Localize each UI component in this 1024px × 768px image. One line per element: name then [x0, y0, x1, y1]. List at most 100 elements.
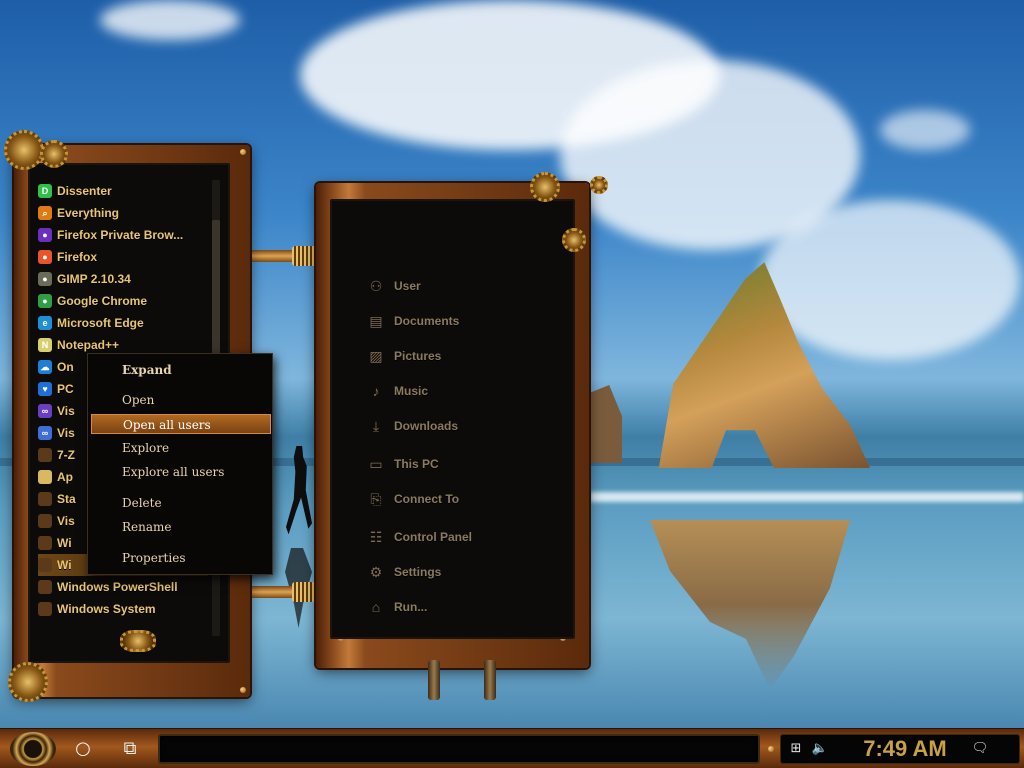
- shell-link-connect-to[interactable]: ⎘ Connect To: [368, 488, 459, 510]
- gear-icon: ⚙: [369, 564, 383, 580]
- context-menu-expand[interactable]: Expand: [91, 360, 271, 380]
- shell-link-pictures[interactable]: ▨ Pictures: [368, 345, 441, 367]
- shell-links-container: ⚇ User ▤ Documents ▨ Pictures ♪ Music ⤓ Downloads…: [330, 199, 575, 639]
- shell-link-label: Downloads: [394, 419, 459, 433]
- network-icon: ⎘: [370, 491, 382, 507]
- user-icon: ⚇: [369, 278, 383, 294]
- start-menu-item-label: 7-Z: [57, 448, 75, 462]
- start-menu-item-label: Wi: [57, 558, 72, 572]
- shell-link-settings[interactable]: ⚙ Settings: [368, 561, 442, 583]
- context-menu-open-all-users[interactable]: Open all users: [91, 414, 271, 434]
- start-menu-item[interactable]: D Dissenter: [38, 180, 208, 202]
- visual-studio-code-icon: ∞: [38, 426, 52, 440]
- shell-link-documents[interactable]: ▤ Documents: [368, 310, 459, 332]
- rivet: [768, 746, 774, 752]
- visual-studio-icon: ∞: [38, 404, 52, 418]
- context-menu: Expand Open Open all users Explore Explo…: [87, 353, 273, 575]
- app-folder-icon: [38, 470, 52, 484]
- start-menu-item-label: Dissenter: [57, 184, 112, 198]
- shell-link-music[interactable]: ♪ Music: [368, 380, 429, 402]
- folder-icon: [38, 602, 52, 616]
- spring-connector: [292, 582, 316, 602]
- gear-icon: [40, 140, 68, 168]
- start-menu-item[interactable]: ● Google Chrome: [38, 290, 208, 312]
- start-menu-item[interactable]: Windows System: [38, 598, 208, 620]
- start-menu-item-label: Everything: [57, 206, 120, 220]
- edge-icon: e: [38, 316, 52, 330]
- shell-link-label: Control Panel: [394, 530, 473, 544]
- start-menu-item-label: Firefox: [57, 250, 98, 264]
- gear-icon: [4, 130, 44, 170]
- music-icon: ♪: [372, 383, 380, 399]
- rock-reflection: [650, 520, 850, 690]
- start-menu-item-label: Windows System: [57, 602, 156, 616]
- folder-icon: [38, 492, 52, 506]
- cloud: [100, 0, 240, 40]
- start-menu-item[interactable]: ● GIMP 2.10.34: [38, 268, 208, 290]
- onedrive-icon: ☁: [38, 360, 52, 374]
- spring-connector: [292, 246, 316, 266]
- context-menu-explore-all-users[interactable]: Explore all users: [91, 462, 271, 482]
- shell-link-downloads[interactable]: ⤓ Downloads: [368, 415, 458, 437]
- start-menu-item[interactable]: ● Firefox Private Brow...: [38, 224, 208, 246]
- gear-icon: [530, 172, 560, 202]
- firefox-private-icon: ●: [38, 228, 52, 242]
- context-menu-open[interactable]: Open: [91, 390, 271, 410]
- context-menu-delete[interactable]: Delete: [91, 493, 271, 513]
- gear-icon: [590, 176, 608, 194]
- notification-icon[interactable]: 🗨: [971, 740, 989, 758]
- shell-link-label: Pictures: [394, 349, 442, 363]
- task-view-icon[interactable]: ⧉: [118, 737, 142, 761]
- monitor-icon: ▭: [369, 456, 383, 472]
- hanger-bracket: [428, 660, 440, 700]
- rivet: [240, 149, 246, 155]
- rock: [590, 385, 622, 463]
- context-menu-rename[interactable]: Rename: [91, 517, 271, 537]
- search-icon: ⌕: [38, 206, 52, 220]
- start-menu-item[interactable]: ⌕ Everything: [38, 202, 208, 224]
- start-menu-item-label: Vis: [57, 404, 75, 418]
- shell-link-this-pc[interactable]: ▭ This PC: [368, 453, 438, 475]
- shell-link-user[interactable]: ⚇ User: [368, 275, 421, 297]
- start-button[interactable]: [10, 732, 56, 766]
- notepad-icon: N: [38, 338, 52, 352]
- context-menu-explore[interactable]: Explore: [91, 438, 271, 458]
- shell-links-panel: ⚇ User ▤ Documents ▨ Pictures ♪ Music ⤓ Downloads…: [316, 183, 589, 668]
- shell-link-control-panel[interactable]: ☷ Control Panel: [368, 526, 472, 548]
- pipe-connector: [248, 586, 296, 598]
- cloud: [880, 110, 970, 150]
- sea-foam: [590, 492, 1024, 502]
- firefox-icon: ●: [38, 250, 52, 264]
- start-menu-item-label: Microsoft Edge: [57, 316, 144, 330]
- start-menu-item[interactable]: e Microsoft Edge: [38, 312, 208, 334]
- network-icon[interactable]: ⊞: [787, 740, 805, 758]
- shell-link-label: Run...: [394, 600, 428, 614]
- pc-health-icon: ♥: [38, 382, 52, 396]
- taskbar: ○ ⧉ ⊞ 🔈 🗨 7:49 AM: [0, 728, 1024, 768]
- shell-link-run[interactable]: ⌂ Run...: [368, 596, 428, 618]
- start-menu-item-label: Vis: [57, 426, 75, 440]
- chrome-icon: ●: [38, 294, 52, 308]
- run-icon: ⌂: [371, 599, 381, 615]
- gear-icon: [8, 662, 48, 702]
- pipe-connector: [248, 250, 296, 262]
- context-menu-properties[interactable]: Properties: [91, 548, 271, 568]
- start-menu-item[interactable]: Windows PowerShell: [38, 576, 208, 598]
- shell-link-label: Music: [394, 384, 429, 398]
- start-menu-item[interactable]: ● Firefox: [38, 246, 208, 268]
- control-panel-icon: ☷: [369, 529, 383, 545]
- start-menu-item-label: On: [57, 360, 74, 374]
- shell-link-label: Settings: [394, 565, 442, 579]
- taskbar-clock[interactable]: 7:49 AM: [850, 734, 960, 764]
- downloads-icon: ⤓: [372, 418, 380, 434]
- start-menu-item-label: GIMP 2.10.34: [57, 272, 131, 286]
- cortana-search-icon[interactable]: ○: [71, 737, 95, 761]
- gear-icon: [562, 228, 586, 252]
- dissenter-icon: D: [38, 184, 52, 198]
- volume-muted-icon[interactable]: 🔈: [811, 740, 829, 758]
- start-menu-item-label: Notepad++: [57, 338, 120, 352]
- start-menu-item-label: Google Chrome: [57, 294, 148, 308]
- taskbar-apps-area[interactable]: [158, 734, 760, 764]
- start-menu-item-label: Windows PowerShell: [57, 580, 178, 594]
- shell-link-label: User: [394, 279, 421, 293]
